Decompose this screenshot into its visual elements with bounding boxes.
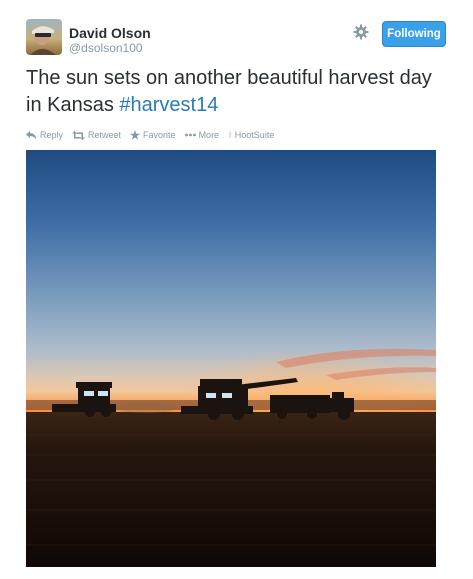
following-button[interactable]: Following [382, 21, 446, 47]
retweet-label: Retweet [88, 130, 122, 140]
retweet-icon [72, 130, 86, 140]
more-label: More [198, 130, 220, 140]
star-icon [130, 130, 141, 140]
hashtag-link[interactable]: #harvest14 [119, 94, 218, 116]
reply-button[interactable]: Reply [26, 130, 63, 140]
reply-icon [26, 130, 36, 139]
action-divider: ‖ [228, 130, 232, 140]
tweet-actions: Reply Retweet Favorite More ‖ HootSuite [26, 128, 283, 142]
tweet-text-body: The sun sets on another beautiful harves… [26, 67, 432, 116]
retweet-button[interactable]: Retweet [72, 130, 121, 140]
favorite-button[interactable]: Favorite [130, 130, 176, 140]
tweet-card: David Olson @dsolson100 Following The su… [0, 0, 473, 579]
more-button[interactable]: More [184, 130, 220, 140]
display-name[interactable]: David Olson [69, 25, 151, 41]
hootsuite-label: HootSuite [234, 130, 275, 140]
hootsuite-link[interactable]: HootSuite [235, 130, 275, 140]
screen-name[interactable]: @dsolson100 [69, 41, 143, 55]
sunset-harvest-image [26, 150, 436, 567]
gear-icon[interactable] [353, 24, 369, 40]
more-dots-icon [184, 133, 196, 137]
user-avatar[interactable] [26, 19, 62, 55]
reply-label: Reply [40, 130, 64, 140]
tweet-text: The sun sets on another beautiful harves… [26, 65, 451, 119]
favorite-label: Favorite [143, 130, 176, 140]
tweet-photo[interactable] [26, 150, 436, 567]
avatar-image [26, 19, 62, 55]
tweet-header: David Olson @dsolson100 Following [26, 19, 451, 59]
